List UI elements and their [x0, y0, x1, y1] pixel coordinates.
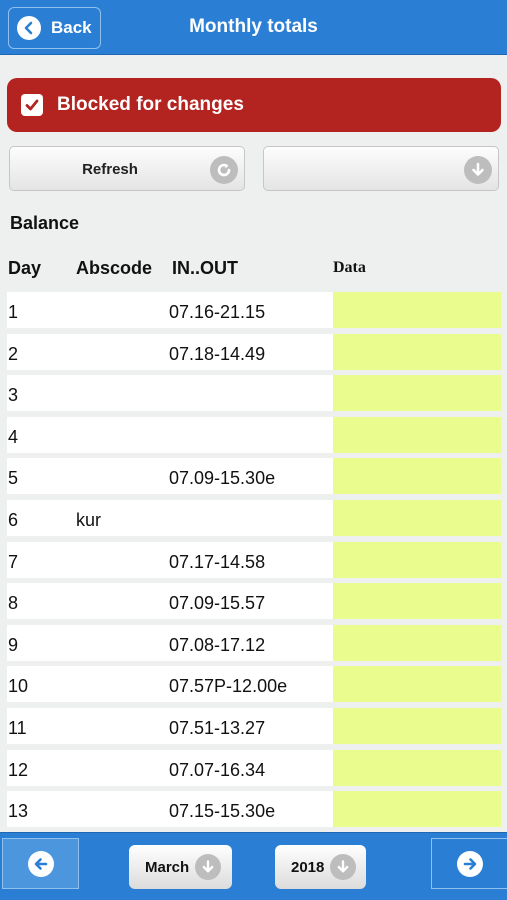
table-row[interactable]: 11 07.51-13.27: [7, 707, 501, 744]
day-cell: 12: [8, 759, 29, 780]
data-cell[interactable]: [333, 416, 501, 453]
data-cell[interactable]: [333, 541, 501, 578]
arrow-left-icon: [27, 850, 54, 877]
day-cell: 11: [8, 717, 27, 738]
selection-dropdown[interactable]: [263, 146, 499, 191]
day-cell: 2: [8, 343, 19, 364]
table-row[interactable]: 9 07.08-17.12: [7, 624, 501, 661]
arrow-down-icon: [195, 854, 222, 880]
inout-cell: 07.17-14.58: [169, 551, 266, 572]
table-row[interactable]: 4: [7, 416, 501, 453]
data-cell[interactable]: [333, 333, 501, 370]
day-table: 1 07.16-21.15 2 07.18-14.49 3 4 5 07.09-15.…: [7, 292, 501, 833]
inout-cell: 07.09-15.30e: [169, 468, 276, 489]
table-row[interactable]: 7 07.17-14.58: [7, 541, 501, 578]
day-cell: 3: [8, 385, 19, 406]
header-abscode: Abscode: [76, 258, 153, 278]
inout-cell: 07.09-15.57: [169, 593, 266, 614]
day-cell: 7: [8, 551, 19, 572]
day-cell: 9: [8, 634, 19, 655]
inout-cell: 07.51-13.27: [169, 717, 266, 738]
data-cell[interactable]: [333, 624, 501, 661]
data-cell[interactable]: [333, 458, 501, 495]
top-navbar: Back Monthly totals: [0, 0, 507, 55]
inout-cell: 07.08-17.12: [169, 634, 266, 655]
blocked-for-changes-banner[interactable]: Blocked for changes: [7, 78, 501, 132]
abscode-cell: kur: [76, 509, 102, 530]
day-cell: 10: [8, 676, 29, 697]
table-row[interactable]: 12 07.07-16.34: [7, 749, 501, 786]
data-cell[interactable]: [333, 666, 501, 703]
page-title: Monthly totals: [189, 16, 318, 37]
inout-cell: 07.07-16.34: [169, 759, 266, 780]
year-value: 2018: [291, 858, 325, 876]
blocked-label: Blocked for changes: [57, 94, 244, 115]
data-cell[interactable]: [333, 749, 501, 786]
month-selector[interactable]: March: [129, 845, 232, 889]
checkmark-icon[interactable]: [21, 94, 43, 116]
table-row[interactable]: 2 07.18-14.49: [7, 333, 501, 370]
inout-cell: 07.16-21.15: [169, 302, 266, 322]
arrow-down-icon: [330, 854, 357, 880]
day-cell: 6: [8, 509, 19, 530]
table-row[interactable]: 8 07.09-15.57: [7, 583, 501, 620]
next-month-button[interactable]: [431, 838, 507, 889]
refresh-button[interactable]: Refresh: [9, 146, 245, 191]
table-row[interactable]: 3: [7, 375, 501, 412]
table-row[interactable]: 10 07.57P-12.00e: [7, 666, 501, 703]
table-row[interactable]: 13 07.15-15.30e: [7, 791, 501, 828]
inout-cell: 07.15-15.30e: [169, 801, 276, 822]
data-cell[interactable]: [333, 791, 501, 828]
header-inout: IN..OUT: [172, 258, 238, 278]
inout-cell: 07.18-14.49: [169, 343, 266, 364]
table-row[interactable]: 6 kur: [7, 499, 501, 536]
section-title: Balance: [10, 213, 80, 233]
refresh-icon: [210, 156, 238, 184]
arrow-right-icon: [456, 850, 483, 877]
bottom-toolbar: March 2018: [0, 832, 507, 900]
month-value: March: [145, 858, 190, 876]
data-cell[interactable]: [333, 375, 501, 412]
day-cell: 4: [8, 426, 19, 447]
day-cell: 1: [8, 302, 19, 322]
table-row[interactable]: 5 07.09-15.30e: [7, 458, 501, 495]
header-day: Day: [8, 258, 42, 278]
table-row[interactable]: 1 07.16-21.15: [7, 292, 501, 328]
year-selector[interactable]: 2018: [275, 845, 366, 889]
day-cell: 13: [8, 801, 29, 822]
data-cell[interactable]: [333, 499, 501, 536]
inout-cell: 07.57P-12.00e: [169, 676, 288, 697]
data-cell[interactable]: [333, 707, 501, 744]
day-cell: 5: [8, 468, 19, 489]
previous-month-button[interactable]: [2, 838, 79, 889]
header-data: Data: [333, 259, 366, 276]
data-cell[interactable]: [333, 292, 501, 328]
arrow-down-icon: [464, 156, 492, 184]
refresh-label: Refresh: [82, 161, 138, 178]
data-cell[interactable]: [333, 583, 501, 620]
day-cell: 8: [8, 593, 19, 614]
